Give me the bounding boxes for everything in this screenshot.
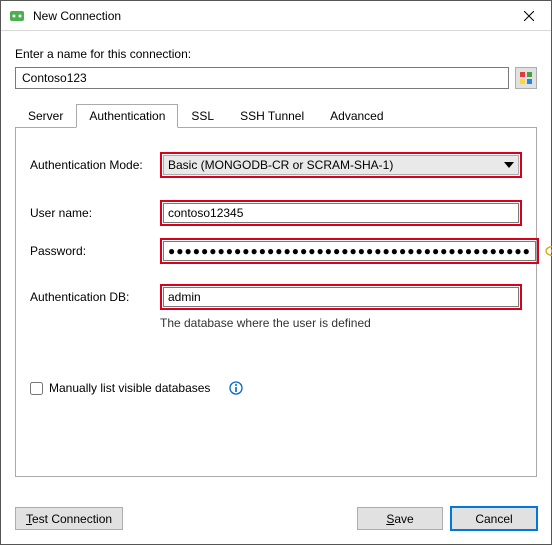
- auth-mode-label: Authentication Mode:: [30, 158, 160, 172]
- authdb-input[interactable]: [163, 287, 519, 307]
- manual-list-info-icon[interactable]: [228, 380, 244, 396]
- authdb-label: Authentication DB:: [30, 290, 160, 304]
- name-prompt: Enter a name for this connection:: [15, 47, 537, 61]
- tab-authentication[interactable]: Authentication: [76, 104, 178, 128]
- tab-ssh-tunnel[interactable]: SSH Tunnel: [227, 104, 317, 128]
- manual-list-label: Manually list visible databases: [49, 381, 210, 395]
- manual-list-checkbox[interactable]: [30, 382, 43, 395]
- password-label: Password:: [30, 244, 160, 258]
- show-password-icon[interactable]: [545, 243, 552, 259]
- save-button[interactable]: Save: [357, 507, 443, 530]
- connection-name-input[interactable]: [15, 67, 509, 89]
- username-input[interactable]: [163, 203, 519, 223]
- window-title: New Connection: [33, 9, 507, 23]
- auth-mode-select[interactable]: Basic (MONGODB-CR or SCRAM-SHA-1): [163, 155, 519, 175]
- app-icon: [9, 8, 25, 24]
- color-picker-button[interactable]: [515, 67, 537, 89]
- password-input[interactable]: ●●●●●●●●●●●●●●●●●●●●●●●●●●●●●●●●●●●●●●●●…: [163, 241, 536, 261]
- close-button[interactable]: [507, 1, 551, 31]
- tab-panel-authentication: Authentication Mode: Basic (MONGODB-CR o…: [15, 127, 537, 477]
- username-label: User name:: [30, 206, 160, 220]
- tab-advanced[interactable]: Advanced: [317, 104, 396, 128]
- tab-server[interactable]: Server: [15, 104, 76, 128]
- test-connection-button[interactable]: Test Connection: [15, 507, 123, 530]
- tab-ssl[interactable]: SSL: [178, 104, 227, 128]
- authdb-hint: The database where the user is defined: [160, 316, 522, 330]
- cancel-button[interactable]: Cancel: [451, 507, 537, 530]
